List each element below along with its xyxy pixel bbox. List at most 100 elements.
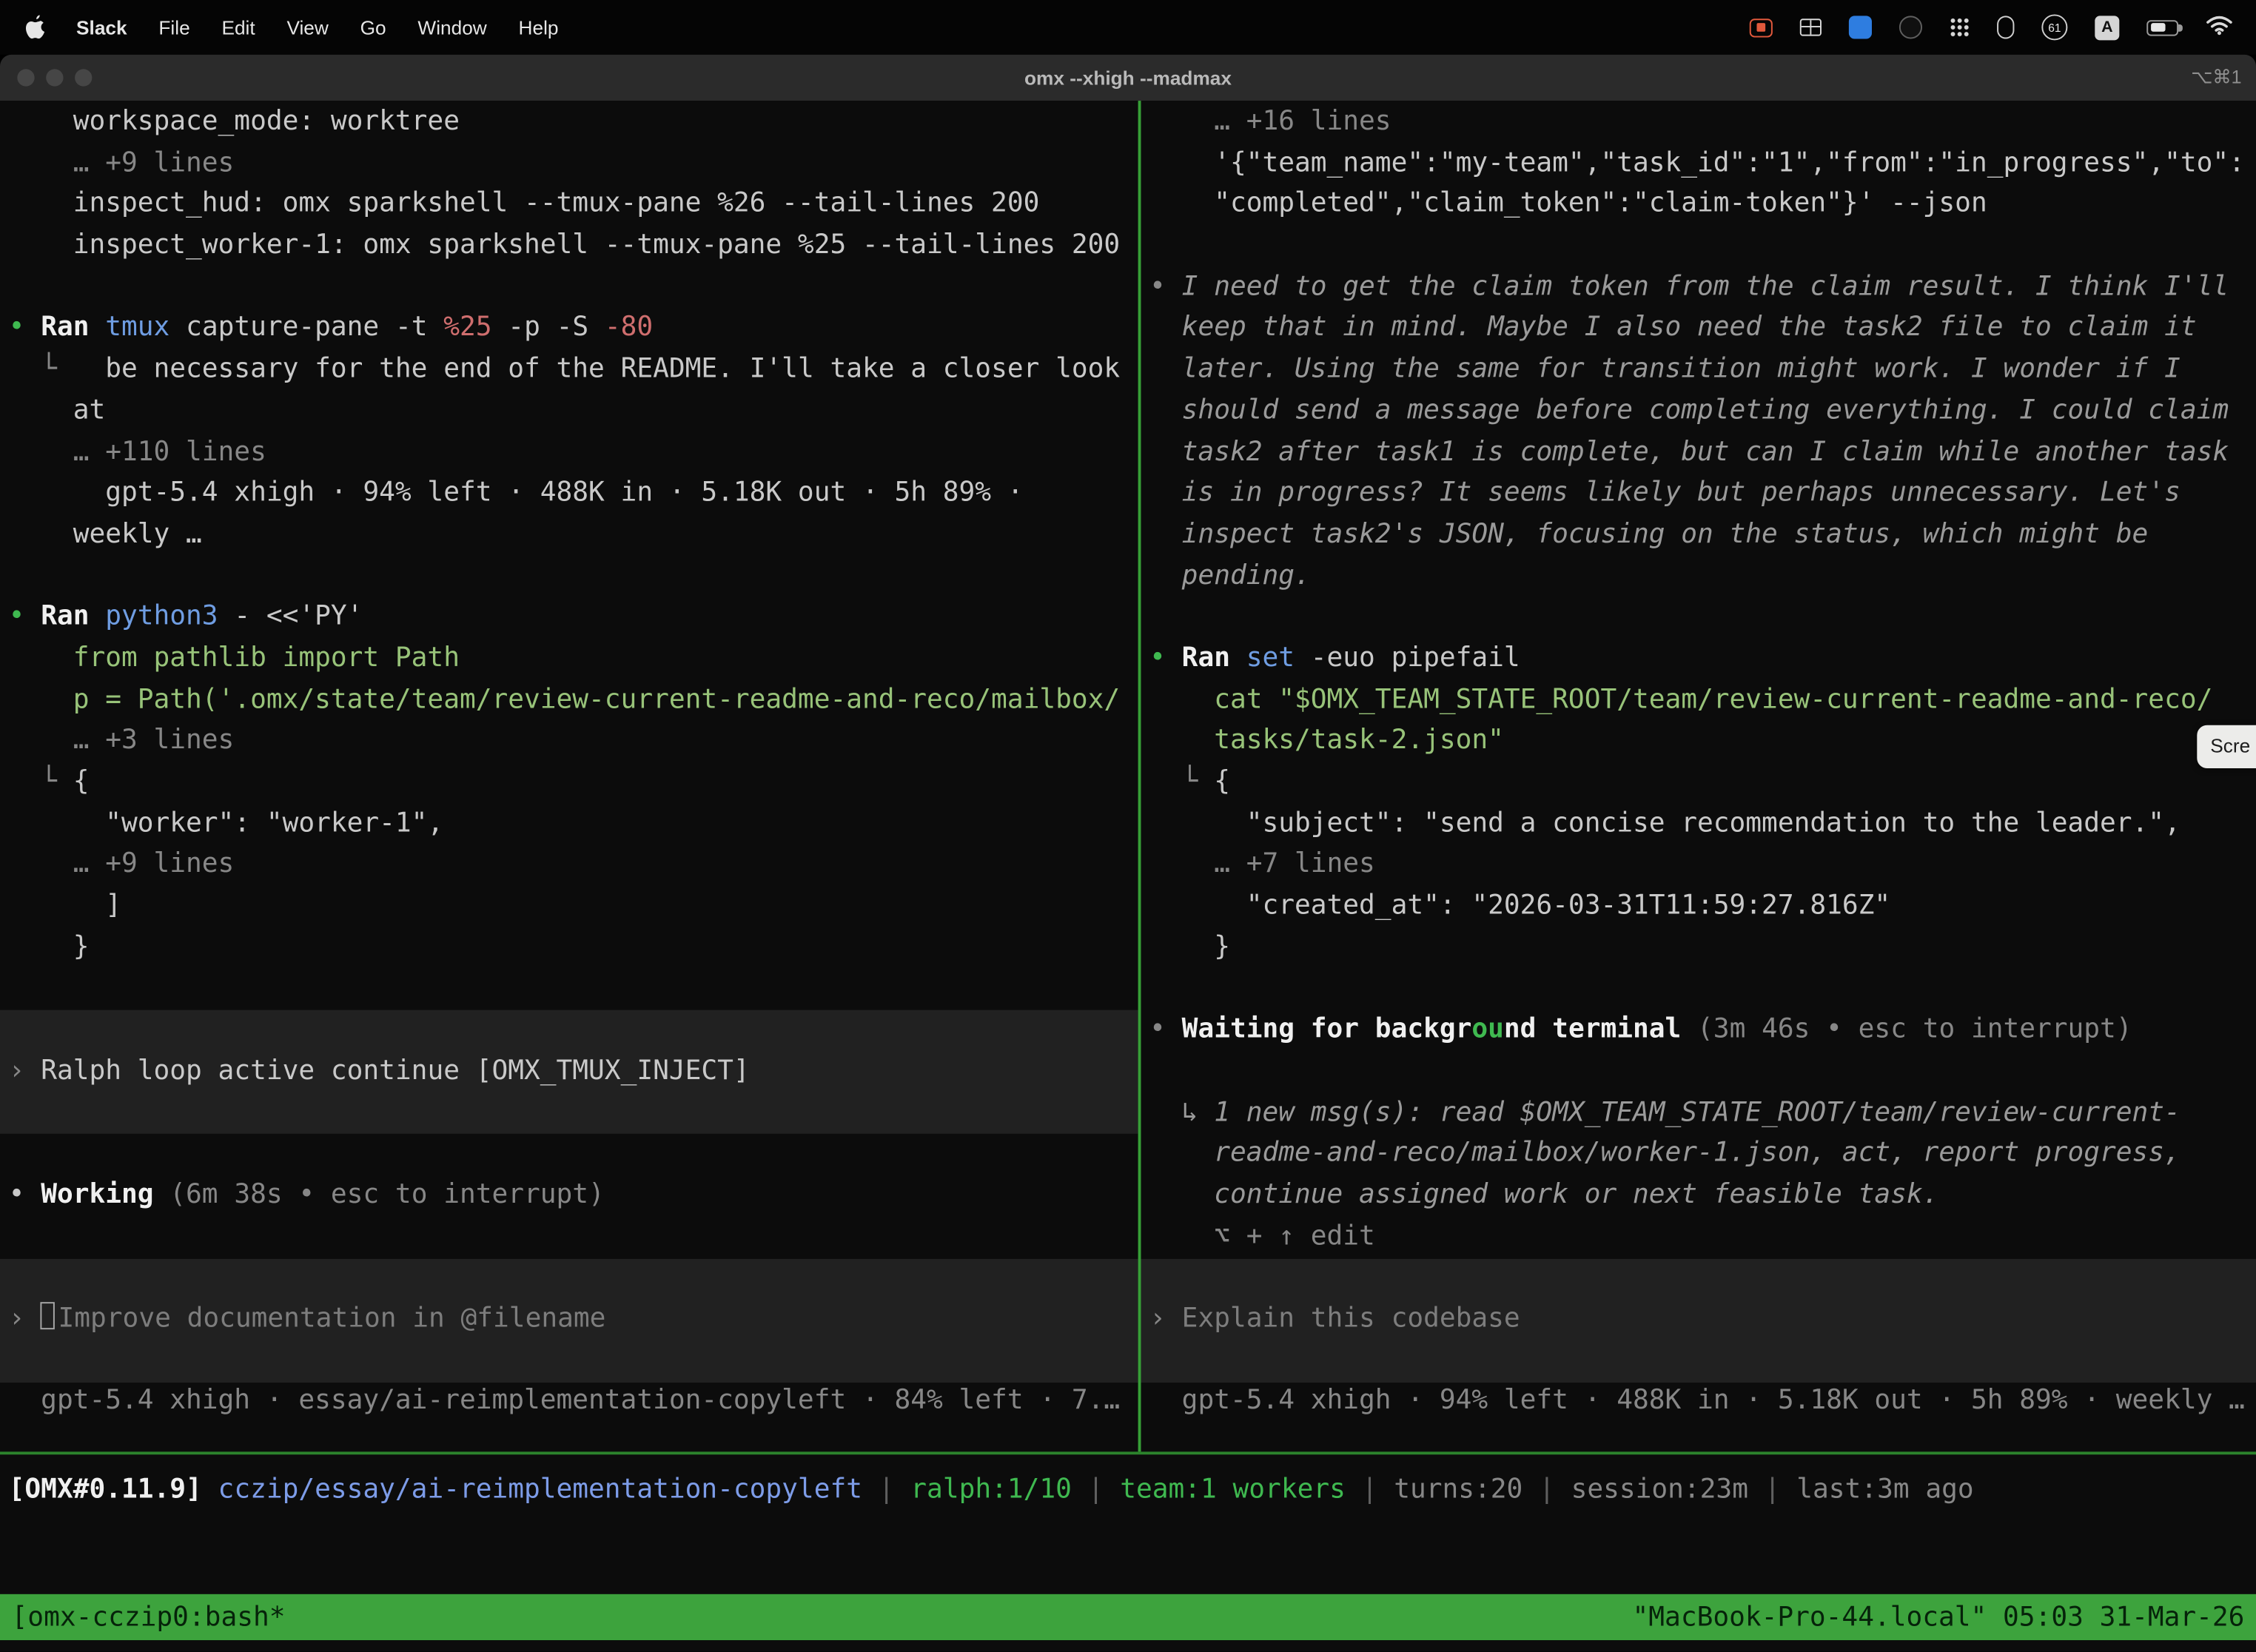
terminal-line <box>1149 226 2256 267</box>
screen-recording-indicator-icon[interactable] <box>1750 18 1773 36</box>
tmux-host-clock: "MacBook-Pro-44.local" 05:03 31-Mar-26 <box>1633 1602 2245 1633</box>
terminal-line: • Waiting for background terminal (3m 46… <box>1149 1010 2256 1052</box>
terminal-line: … +9 lines <box>9 845 1138 887</box>
menu-edit[interactable]: Edit <box>206 16 271 38</box>
apple-logo-icon <box>24 14 46 40</box>
terminal-line <box>1149 1258 2256 1299</box>
traffic-lights <box>17 69 92 86</box>
battery-percentage-icon[interactable]: 61 <box>2041 14 2067 40</box>
terminal-line <box>9 1134 1138 1175</box>
terminal-line: later. Using the same for transition mig… <box>1149 350 2256 392</box>
terminal-line: p = Path('.omx/state/team/review-current… <box>9 680 1138 722</box>
terminal-line: at <box>9 391 1138 432</box>
terminal-line: └ { <box>1149 762 2256 804</box>
terminal-line: should send a message before completing … <box>1149 391 2256 432</box>
terminal-line: ↳ 1 new msg(s): read $OMX_TEAM_STATE_ROO… <box>1149 1092 2256 1134</box>
terminal[interactable]: workspace_mode: worktree … +9 lines insp… <box>0 101 2256 1651</box>
terminal-line: continue assigned work or next feasible … <box>1149 1175 2256 1217</box>
battery-icon[interactable] <box>2146 19 2178 35</box>
terminal-line: • Ran python3 - <<'PY' <box>9 597 1138 639</box>
menu-bar-left: Slack FileEditViewGoWindowHelp <box>0 14 574 40</box>
terminal-pane-left[interactable]: workspace_mode: worktree … +9 lines insp… <box>0 101 1138 1451</box>
terminal-line: readme-and-reco/mailbox/worker-1.json, a… <box>1149 1134 2256 1175</box>
terminal-line: └ { <box>9 762 1138 804</box>
menu-items: FileEditViewGoWindowHelp <box>143 16 574 38</box>
terminal-line <box>1149 597 2256 639</box>
terminal-line: … +16 lines <box>1149 102 2256 144</box>
terminal-line: gpt-5.4 xhigh · 94% left · 488K in · 5.1… <box>9 474 1138 515</box>
apple-menu-icon[interactable] <box>0 14 61 40</box>
terminal-line: } <box>1149 927 2256 969</box>
terminal-line: weekly … <box>9 515 1138 557</box>
terminal-line: ] <box>9 887 1138 928</box>
terminal-line: "subject": "send a concise recommendatio… <box>1149 804 2256 845</box>
terminal-line: "created_at": "2026-03-31T11:59:27.816Z" <box>1149 887 2256 928</box>
pill-app-icon[interactable] <box>1997 16 2014 38</box>
terminal-line: inspect_worker-1: omx sparkshell --tmux-… <box>9 226 1138 267</box>
terminal-line <box>9 969 1138 1010</box>
minimize-button[interactable] <box>46 69 63 86</box>
terminal-line: › Ralph loop active continue [OMX_TMUX_I… <box>9 1052 1138 1093</box>
window-title: omx --xhigh --madmax <box>0 67 2256 88</box>
terminal-line: '{"team_name":"my-team","task_id":"1","f… <box>1149 144 2256 185</box>
terminal-line <box>9 1010 1138 1052</box>
grid-icon[interactable] <box>1800 19 1822 36</box>
terminal-line: cat "$OMX_TEAM_STATE_ROOT/team/review-cu… <box>1149 680 2256 722</box>
terminal-line: "worker": "worker-1", <box>9 804 1138 845</box>
terminal-line: gpt-5.4 xhigh · essay/ai-reimplementatio… <box>9 1382 1138 1423</box>
terminal-line: tasks/task-2.json" <box>1149 721 2256 762</box>
menu-help[interactable]: Help <box>503 16 574 38</box>
terminal-line: workspace_mode: worktree <box>9 102 1138 144</box>
terminal-line <box>9 1258 1138 1299</box>
terminal-line: "completed","claim_token":"claim-token"}… <box>1149 185 2256 226</box>
terminal-line: … +3 lines <box>9 721 1138 762</box>
terminal-line <box>9 1340 1138 1382</box>
tmux-session-info: [omx-cczip0:bash* <box>12 1602 286 1633</box>
window-shortcut-hint: ⌥⌘1 <box>2191 66 2241 89</box>
terminal-line <box>1149 969 2256 1010</box>
close-button[interactable] <box>17 69 34 86</box>
terminal-line: ⌥ + ↑ edit <box>1149 1217 2256 1258</box>
terminal-line: inspect_hud: omx sparkshell --tmux-pane … <box>9 185 1138 226</box>
zoom-button[interactable] <box>75 69 92 86</box>
wifi-icon[interactable] <box>2206 14 2233 40</box>
menu-bar-status-icons: 61 A <box>1750 14 2256 40</box>
terminal-line: … +7 lines <box>1149 845 2256 887</box>
menu-file[interactable]: File <box>143 16 206 38</box>
omx-status-line: [OMX#0.11.9] cczip/essay/ai-reimplementa… <box>9 1470 1974 1511</box>
terminal-line: inspect task2's JSON, focusing on the st… <box>1149 515 2256 557</box>
dark-app-icon[interactable] <box>1899 16 1922 38</box>
blue-app-icon[interactable] <box>1849 16 1872 38</box>
terminal-line: • Ran set -euo pipefail <box>1149 639 2256 680</box>
terminal-line: keep that in mind. Maybe I also need the… <box>1149 309 2256 350</box>
terminal-line: › Improve documentation in @filename <box>9 1299 1138 1340</box>
terminal-line: • Ran tmux capture-pane -t %25 -p -S -80 <box>9 309 1138 350</box>
terminal-line: is in progress? It seems likely but perh… <box>1149 474 2256 515</box>
text-cursor <box>41 1303 55 1330</box>
menu-go[interactable]: Go <box>344 16 402 38</box>
terminal-line: • I need to get the claim token from the… <box>1149 267 2256 309</box>
terminal-line: … +9 lines <box>9 144 1138 185</box>
terminal-line: pending. <box>1149 556 2256 597</box>
terminal-line: from pathlib import Path <box>9 639 1138 680</box>
terminal-line: task2 after task1 is complete, but can I… <box>1149 432 2256 474</box>
terminal-line <box>9 1217 1138 1258</box>
screen: Slack FileEditViewGoWindowHelp 61 A <box>0 0 2256 1652</box>
dots-grid-icon[interactable] <box>1950 17 1970 37</box>
window-title-bar: omx --xhigh --madmax ⌥⌘1 <box>0 55 2256 101</box>
screenshot-tooltip-fragment[interactable]: Scre <box>2198 725 2256 768</box>
menu-window[interactable]: Window <box>402 16 503 38</box>
terminal-line <box>9 1092 1138 1134</box>
menu-view[interactable]: View <box>271 16 344 38</box>
terminal-line: • Working (6m 38s • esc to interrupt) <box>9 1175 1138 1217</box>
terminal-line: › Explain this codebase <box>1149 1299 2256 1340</box>
terminal-line <box>9 267 1138 309</box>
input-source-icon[interactable]: A <box>2095 15 2119 39</box>
macos-menu-bar: Slack FileEditViewGoWindowHelp 61 A <box>0 0 2256 55</box>
terminal-line <box>9 556 1138 597</box>
terminal-line <box>1149 1340 2256 1382</box>
terminal-line <box>1149 1052 2256 1093</box>
terminal-line: └ be necessary for the end of the README… <box>9 350 1138 392</box>
terminal-pane-right[interactable]: … +16 lines '{"team_name":"my-team","tas… <box>1141 101 2256 1451</box>
active-app-name[interactable]: Slack <box>61 16 143 38</box>
